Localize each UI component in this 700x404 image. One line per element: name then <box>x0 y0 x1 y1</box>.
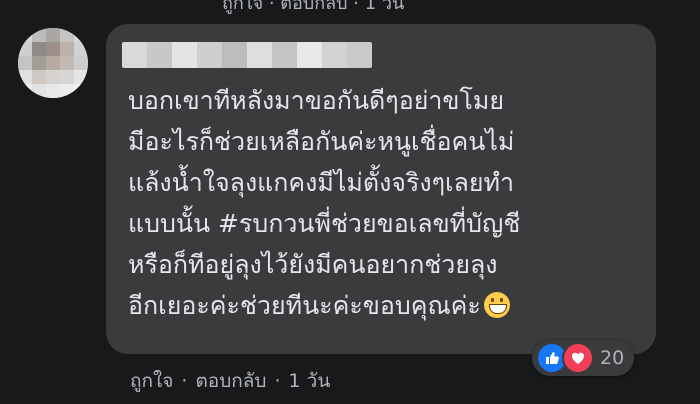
previous-comment-actions: ถูกใจ · ตอบกลับ · 1 วัน <box>222 0 405 14</box>
reply-button[interactable]: ตอบกลับ <box>195 366 266 396</box>
comment-line-text: อีกเยอะค่ะช่วยทีนะค่ะขอบคุณค่ะ <box>128 291 481 320</box>
comment-line: หรือก็ทีอยู่ลุงไว้ยังมีคนอยากช่วยลุง <box>128 250 498 279</box>
comment-text: บอกเขาทีหลังมาขอกันดีๆอย่าขโมย มีอะไรก็ช… <box>128 80 648 326</box>
like-button[interactable]: ถูกใจ <box>130 366 173 396</box>
reactions-summary[interactable]: 20 <box>532 340 635 376</box>
comment-line: บอกเขาทีหลังมาขอกันดีๆอย่าขโมย <box>128 86 505 115</box>
separator: · <box>274 370 281 392</box>
grinning-face-emoji-icon <box>483 292 510 318</box>
comment-line-last: อีกเยอะค่ะช่วยทีนะค่ะขอบคุณค่ะ <box>128 285 648 326</box>
avatar[interactable] <box>18 28 88 98</box>
timestamp-link[interactable]: 1 วัน <box>289 366 331 396</box>
separator: · <box>181 370 188 392</box>
comment-line: มีอะไรก็ช่วยเหลือกันค่ะหนูเชื่อคนไม่ <box>128 127 515 156</box>
comment-line: แบบนั้น #รบกวนพี่ช่วยขอเลขที่บัญชี <box>128 209 521 238</box>
love-reaction-icon <box>562 342 594 374</box>
comment-line: แล้งน้ำใจลุงแกคงมีไม่ตั้งจริงๆเลยทำ <box>128 168 515 197</box>
author-name-blurred[interactable] <box>122 42 372 68</box>
reaction-count: 20 <box>600 347 625 369</box>
comment-bubble: บอกเขาทีหลังมาขอกันดีๆอย่าขโมย มีอะไรก็ช… <box>106 24 656 354</box>
comment-actions: ถูกใจ · ตอบกลับ · 1 วัน <box>130 366 330 396</box>
